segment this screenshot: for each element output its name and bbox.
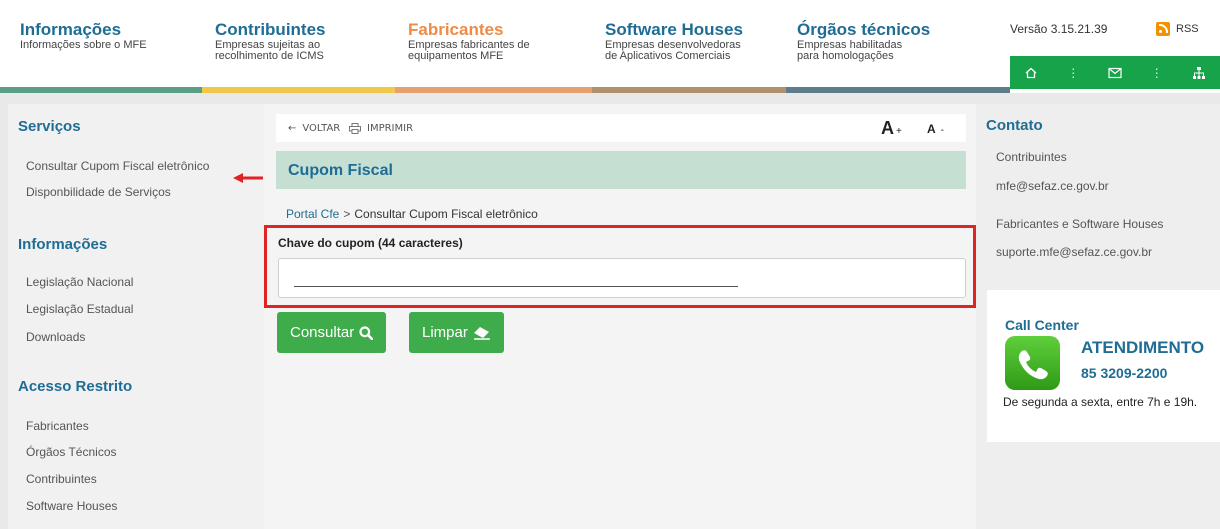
sidebar-item-contribuintes[interactable]: Contribuintes xyxy=(26,472,97,486)
eraser-icon xyxy=(473,326,490,340)
panel-header: Cupom Fiscal xyxy=(276,151,966,189)
sidebar-item-orgaos-tecnicos[interactable]: Órgãos Técnicos xyxy=(26,445,117,459)
print-button[interactable]: IMPRIMIR xyxy=(349,123,413,134)
separator-dots: ⋮ xyxy=(1150,65,1163,80)
arrow-left-icon: ← xyxy=(288,123,297,134)
home-icon[interactable] xyxy=(1024,66,1038,80)
nav-contribuintes-bar xyxy=(202,87,395,93)
nav-contribuintes[interactable]: Contribuintes Empresas sujeitas ao recolh… xyxy=(202,0,395,93)
call-center-label: ATENDIMENTO xyxy=(1081,338,1205,357)
highlighted-form-area: Chave do cupom (44 caracteres) xyxy=(264,225,976,308)
nav-orgaos-tecnicos-desc: Empresas habilitadas para homologações xyxy=(797,39,903,62)
content-toolbar: ← VOLTAR IMPRIMIR A + A - xyxy=(276,114,966,142)
nav-orgaos-tecnicos-bar xyxy=(786,87,1010,93)
main-content: ← VOLTAR IMPRIMIR A + A - Cupom Fiscal P… xyxy=(264,104,976,529)
nav-contribuintes-desc: Empresas sujeitas ao recolhimento de ICMS xyxy=(215,39,324,62)
font-decrease-button[interactable]: A - xyxy=(927,122,944,136)
key-field-label: Chave do cupom (44 caracteres) xyxy=(278,236,463,250)
utility-bar: ⋮ ⋮ xyxy=(1010,56,1220,89)
nav-orgaos-tecnicos[interactable]: Órgãos técnicos Empresas habilitadas para… xyxy=(786,0,1010,93)
rss-label: RSS xyxy=(1176,23,1199,35)
left-sidebar: Serviços Consultar Cupom Fiscal eletrôni… xyxy=(8,104,264,529)
call-center-box: Call Center ATENDIMENTO 85 3209-2200 De … xyxy=(987,290,1220,442)
page-title: Cupom Fiscal xyxy=(288,162,393,179)
nav-fabricantes-bar xyxy=(395,87,592,93)
sidebar-item-legislacao-estadual[interactable]: Legislação Estadual xyxy=(26,302,133,316)
sidebar-heading-servicos: Serviços xyxy=(18,118,81,135)
contact-contrib-label: Contribuintes xyxy=(996,150,1067,164)
nav-fabricantes-desc: Empresas fabricantes de equipamentos MFE xyxy=(408,39,530,62)
sidebar-item-consultar-cupom[interactable]: Consultar Cupom Fiscal eletrônico xyxy=(26,159,209,173)
consult-button[interactable]: Consultar xyxy=(277,312,387,353)
contact-heading: Contato xyxy=(986,117,1043,134)
sitemap-icon[interactable] xyxy=(1192,66,1206,80)
call-center-title: Call Center xyxy=(1005,317,1079,333)
back-button[interactable]: ← VOLTAR xyxy=(288,123,340,134)
font-increase-letter: A xyxy=(881,118,894,138)
breadcrumb-current: Consultar Cupom Fiscal eletrônico xyxy=(354,207,538,221)
clear-label: Limpar xyxy=(422,324,468,341)
nav-informacoes-desc: Informações sobre o MFE xyxy=(20,39,147,51)
nav-fabricantes[interactable]: Fabricantes Empresas fabricantes de equip… xyxy=(395,0,592,93)
nav-informacoes-title: Informações xyxy=(20,20,122,39)
contact-contrib-email[interactable]: mfe@sefaz.ce.gov.br xyxy=(996,179,1109,193)
version-label: Versão 3.15.21.39 xyxy=(1010,22,1108,36)
nav-software-houses-desc: Empresas desenvolvedoras de Aplicativos C… xyxy=(605,39,741,62)
contact-fab-email[interactable]: suporte.mfe@sefaz.ce.gov.br xyxy=(996,245,1152,259)
breadcrumb: Portal Cfe > Consultar Cupom Fiscal elet… xyxy=(286,207,538,221)
sidebar-heading-informacoes: Informações xyxy=(18,236,108,253)
print-label: IMPRIMIR xyxy=(367,123,414,134)
breadcrumb-separator: > xyxy=(343,207,351,221)
nav-software-houses[interactable]: Software Houses Empresas desenvolvedoras… xyxy=(592,0,786,93)
font-increase-sign: + xyxy=(896,126,902,137)
rss-link[interactable]: RSS xyxy=(1156,22,1199,36)
top-navigation: Informações Informações sobre o MFE Cont… xyxy=(0,0,1220,93)
rss-icon xyxy=(1156,22,1170,36)
nav-informacoes-bar xyxy=(0,87,202,93)
printer-icon xyxy=(349,123,361,134)
sidebar-item-legislacao-nacional[interactable]: Legislação Nacional xyxy=(26,275,133,289)
search-icon xyxy=(359,325,374,340)
key-input-wrapper xyxy=(278,258,966,298)
back-label: VOLTAR xyxy=(302,123,341,134)
sidebar-heading-acesso-restrito: Acesso Restrito xyxy=(18,378,133,395)
separator-dots: ⋮ xyxy=(1067,65,1080,80)
right-sidebar: Contato Contribuintes mfe@sefaz.ce.gov.b… xyxy=(976,104,1220,529)
nav-software-houses-bar xyxy=(592,87,786,93)
nav-informacoes[interactable]: Informações Informações sobre o MFE xyxy=(0,0,202,93)
mail-icon[interactable] xyxy=(1108,67,1122,79)
font-increase-button[interactable]: A + xyxy=(881,118,902,139)
nav-contribuintes-title: Contribuintes xyxy=(215,20,326,39)
nav-orgaos-tecnicos-title: Órgãos técnicos xyxy=(797,20,931,39)
nav-software-houses-title: Software Houses xyxy=(605,20,743,39)
sidebar-item-disponibilidade[interactable]: Disponbilidade de Serviços xyxy=(26,185,171,199)
nav-fabricantes-title: Fabricantes xyxy=(408,20,504,39)
breadcrumb-root-link[interactable]: Portal Cfe xyxy=(286,207,339,221)
font-decrease-sign: - xyxy=(940,125,945,136)
contact-fab-label: Fabricantes e Software Houses xyxy=(996,217,1164,231)
clear-button[interactable]: Limpar xyxy=(409,312,504,353)
consult-label: Consultar xyxy=(290,324,355,341)
sidebar-item-fabricantes[interactable]: Fabricantes xyxy=(26,419,89,433)
key-input[interactable] xyxy=(279,259,965,297)
sidebar-item-software-houses[interactable]: Software Houses xyxy=(26,499,117,513)
font-decrease-letter: A xyxy=(927,122,936,136)
phone-icon xyxy=(1005,336,1060,390)
call-center-hours: De segunda a sexta, entre 7h e 19h. xyxy=(1003,395,1198,409)
annotation-arrow-icon xyxy=(233,173,263,183)
call-center-number: 85 3209-2200 xyxy=(1081,365,1168,381)
sidebar-item-downloads[interactable]: Downloads xyxy=(26,330,85,344)
